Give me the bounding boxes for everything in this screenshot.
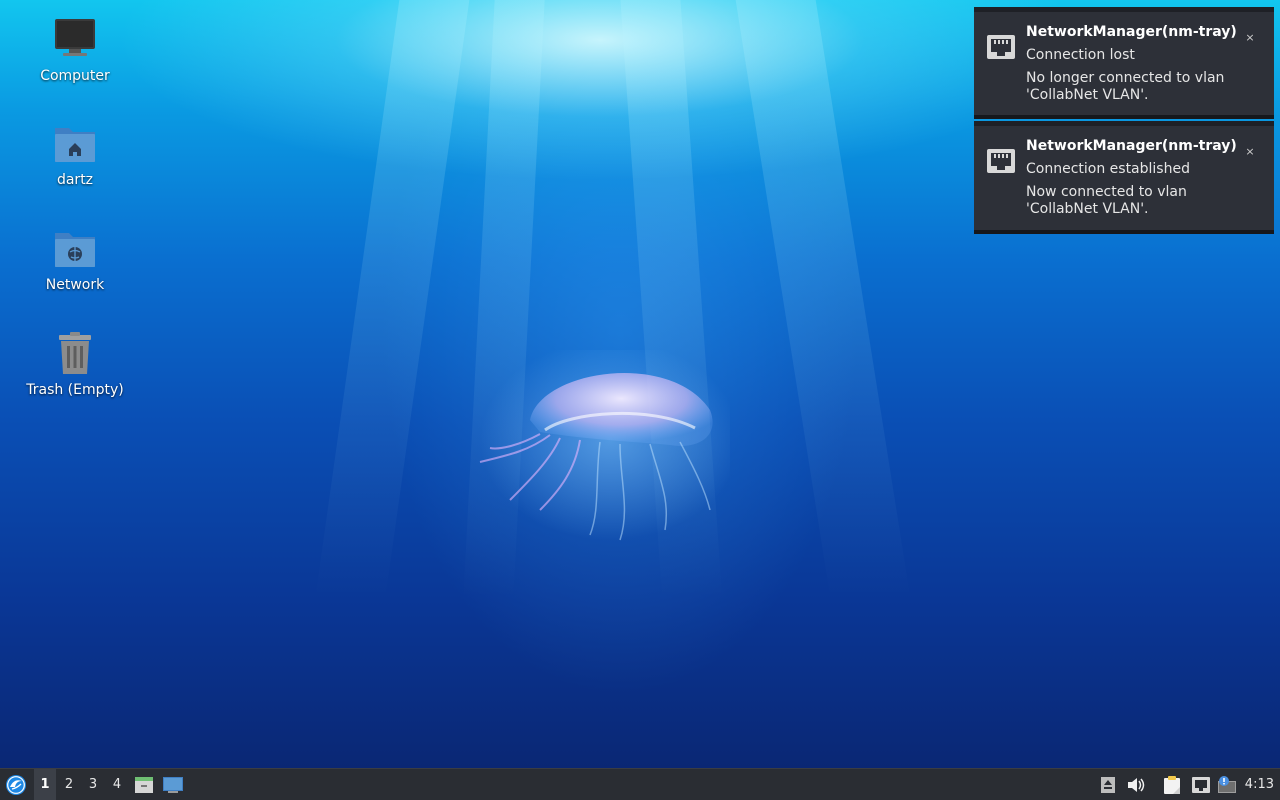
update-notifier-tray-button[interactable]	[1215, 769, 1239, 800]
taskbar: 1 2 3 4 4:13	[0, 768, 1280, 800]
notification-summary: Connection lost	[1026, 47, 1135, 63]
desktop-icon-home-folder[interactable]: dartz	[20, 122, 130, 188]
notification-summary: Connection established	[1026, 161, 1190, 177]
eject-icon	[1101, 776, 1115, 793]
notification-body: No longer connected to vlan 'CollabNet V…	[1026, 70, 1225, 103]
ethernet-icon	[987, 149, 1015, 173]
workspace-3-button[interactable]: 3	[82, 769, 104, 800]
network-icon	[1192, 776, 1210, 793]
notification-app-name: NetworkManager(nm-tray)	[1026, 138, 1237, 154]
ethernet-icon	[987, 35, 1015, 59]
light-ray	[729, 0, 911, 600]
workspace-2-button[interactable]: 2	[58, 769, 80, 800]
update-notifier-icon	[1218, 775, 1236, 793]
file-manager-icon	[135, 776, 153, 793]
volume-tray-button[interactable]	[1125, 769, 1147, 800]
trash-icon	[53, 332, 97, 376]
show-desktop-button[interactable]	[160, 769, 186, 800]
network-folder-icon	[53, 227, 97, 271]
desktop-icon-label: Network	[45, 277, 105, 293]
computer-icon	[53, 18, 97, 62]
file-manager-launcher[interactable]	[132, 769, 156, 800]
desktop-icon-label: Trash (Empty)	[26, 382, 124, 398]
desktop-icon-network[interactable]: Network	[20, 227, 130, 293]
desktop-icon-trash[interactable]: Trash (Empty)	[20, 332, 130, 398]
notification-app-name: NetworkManager(nm-tray)	[1026, 24, 1237, 40]
desktop-icon-label: dartz	[56, 172, 94, 188]
application-menu-button[interactable]	[2, 769, 30, 800]
notification-connection-lost[interactable]: NetworkManager(nm-tray) Connection lost …	[974, 7, 1274, 119]
notification-close-button[interactable]: ×	[1242, 30, 1258, 46]
notification-close-button[interactable]: ×	[1242, 144, 1258, 160]
workspace-1-button[interactable]: 1	[34, 769, 56, 800]
notification-connection-established[interactable]: NetworkManager(nm-tray) Connection estab…	[974, 121, 1274, 234]
clipboard-icon	[1164, 775, 1180, 794]
light-ray	[315, 0, 475, 600]
workspace-4-button[interactable]: 4	[106, 769, 128, 800]
jellyfish-image	[479, 350, 730, 541]
volume-icon	[1128, 777, 1145, 792]
show-desktop-icon	[163, 776, 183, 793]
notification-body: Now connected to vlan 'CollabNet VLAN'.	[1026, 184, 1187, 217]
home-folder-icon	[53, 122, 97, 166]
lubuntu-menu-icon	[6, 774, 26, 795]
clock[interactable]: 4:13	[1245, 769, 1274, 800]
desktop-icon-label: Computer	[40, 68, 110, 84]
clipboard-tray-button[interactable]	[1160, 769, 1184, 800]
desktop-icon-computer[interactable]: Computer	[20, 18, 130, 84]
eject-tray-button[interactable]	[1097, 769, 1119, 800]
network-tray-button[interactable]	[1189, 769, 1213, 800]
